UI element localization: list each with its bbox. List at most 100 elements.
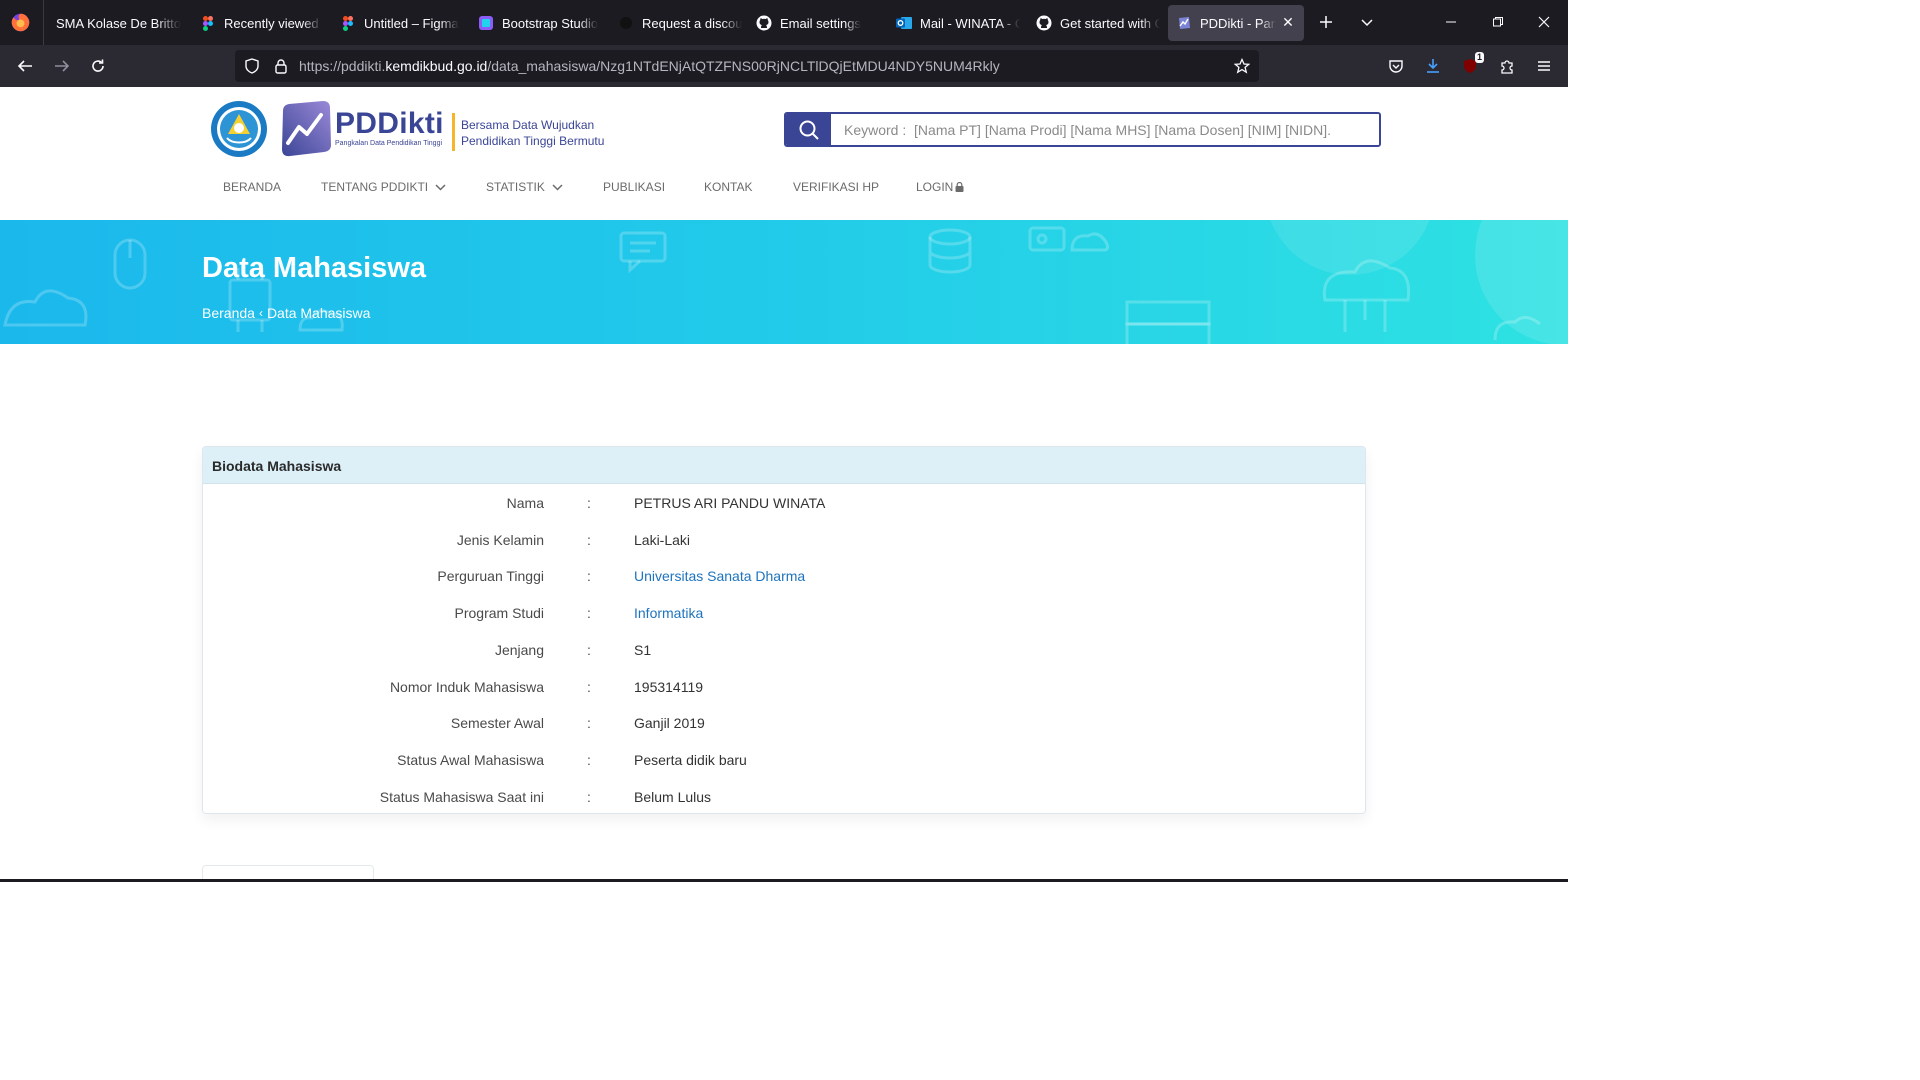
- biodata-card: Biodata Mahasiswa Nama : PETRUS ARI PAND…: [202, 446, 1366, 814]
- bookmark-star-icon[interactable]: [1234, 58, 1250, 74]
- app-menu-button[interactable]: [1529, 51, 1559, 81]
- breadcrumb-home-link[interactable]: Beranda: [202, 305, 255, 321]
- lock-icon[interactable]: [273, 58, 289, 74]
- brand-divider: [452, 113, 455, 151]
- field-label: Nomor Induk Mahasiswa: [389, 679, 544, 695]
- field-colon: :: [587, 642, 591, 658]
- biodata-row-jenis-kelamin: Jenis Kelamin : Laki-Laki: [203, 532, 1365, 554]
- tab-label: Untitled – Figma: [364, 15, 459, 31]
- field-value: Ganjil 2019: [634, 715, 705, 731]
- menu-publikasi[interactable]: PUBLIKASI: [603, 180, 665, 194]
- field-value: PETRUS ARI PANDU WINATA: [634, 495, 826, 511]
- url-prefix: https://pddikti.: [299, 58, 386, 74]
- url-host: kemdikbud.go.id: [385, 58, 488, 74]
- breadcrumb-separator: ‹: [258, 306, 263, 320]
- biodata-card-title: Biodata Mahasiswa: [212, 458, 342, 474]
- tab-get-started[interactable]: Get started with G: [1028, 5, 1160, 41]
- menu-verifikasi-hp[interactable]: VERIFIKASI HP: [793, 180, 879, 194]
- tab-label: Email settings: [780, 15, 861, 31]
- field-value: 195314119: [634, 679, 704, 695]
- university-link[interactable]: Universitas Sanata Dharma: [634, 568, 805, 584]
- menu-label: VERIFIKASI HP: [793, 180, 880, 194]
- bootstrap-studio-icon: [478, 15, 494, 31]
- biodata-row-jenjang: Jenjang : S1: [203, 642, 1365, 664]
- brand-name: PDDikti: [335, 107, 444, 140]
- field-value: Laki-Laki: [634, 532, 691, 548]
- url-bar[interactable]: https://pddikti.kemdikbud.go.id/data_mah…: [235, 50, 1259, 82]
- search-button[interactable]: [786, 114, 831, 145]
- minimize-window-button[interactable]: [1437, 8, 1465, 36]
- forward-button[interactable]: [47, 51, 77, 81]
- ublock-extension-button[interactable]: 1: [1455, 51, 1485, 81]
- extensions-button[interactable]: [1492, 51, 1522, 81]
- brand-subtitle: Pangkalan Data Pendidikan Tinggi: [335, 140, 443, 147]
- field-colon: :: [587, 752, 591, 768]
- tab-request-discount[interactable]: Request a discoun: [610, 5, 742, 41]
- field-label: Perguruan Tinggi: [437, 568, 544, 584]
- tagline-line-2: Pendidikan Tinggi Bermutu: [461, 134, 605, 148]
- tagline: Bersama Data Wujudkan Pendidikan Tinggi …: [461, 117, 604, 149]
- tab-bootstrap-studio[interactable]: Bootstrap Studio: [470, 5, 602, 41]
- tab-separator: [43, 0, 44, 45]
- pddikti-logo-mark[interactable]: [277, 101, 331, 157]
- shield-icon[interactable]: [244, 58, 260, 74]
- biodata-row-semester-awal: Semester Awal : Ganjil 2019: [203, 715, 1365, 737]
- dark-circle-icon: [618, 15, 634, 31]
- tab-sma-kolase[interactable]: SMA Kolase De Britto: [48, 5, 188, 41]
- pocket-button[interactable]: [1381, 51, 1411, 81]
- github-icon: [756, 15, 772, 31]
- search-icon: [799, 120, 819, 140]
- downloads-button[interactable]: [1418, 51, 1448, 81]
- restore-window-button[interactable]: [1484, 8, 1512, 36]
- menu-login[interactable]: LOGIN: [916, 180, 964, 194]
- web-page: PDDikti Pangkalan Data Pendidikan Tinggi…: [0, 87, 1568, 882]
- close-tab-icon[interactable]: ✕: [1280, 14, 1296, 30]
- tab-mail-winata[interactable]: Mail - WINATA - C: [888, 5, 1020, 41]
- close-window-button[interactable]: [1530, 8, 1558, 36]
- tagline-line-1: Bersama Data Wujudkan: [461, 118, 595, 132]
- firefox-icon[interactable]: [10, 12, 31, 33]
- menu-kontak[interactable]: KONTAK: [704, 180, 752, 194]
- tab-email-settings[interactable]: Email settings: [748, 5, 888, 41]
- github-icon: [1036, 15, 1052, 31]
- field-value: Peserta didik baru: [634, 752, 747, 768]
- menu-beranda[interactable]: BERANDA: [223, 180, 281, 194]
- tab-untitled-figma[interactable]: Untitled – Figma: [332, 5, 464, 41]
- tab-recently-viewed[interactable]: Recently viewed –: [192, 5, 322, 41]
- biodata-row-perguruan-tinggi: Perguruan Tinggi : Universitas Sanata Dh…: [203, 568, 1365, 590]
- field-colon: :: [587, 789, 591, 805]
- browser-navigation-bar: https://pddikti.kemdikbud.go.id/data_mah…: [0, 45, 1568, 87]
- field-colon: :: [587, 568, 591, 584]
- menu-label: KONTAK: [704, 180, 753, 194]
- field-label: Nama: [506, 495, 544, 511]
- tab-label: SMA Kolase De Britto: [56, 15, 181, 31]
- tab-label: Bootstrap Studio: [502, 15, 599, 31]
- biodata-card-header: Biodata Mahasiswa: [203, 447, 1365, 484]
- chevron-down-icon: [552, 183, 563, 191]
- field-value: S1: [634, 642, 652, 658]
- field-colon: :: [587, 715, 591, 731]
- tab-pddikti[interactable]: PDDikti - Pangk ✕: [1168, 5, 1304, 41]
- menu-statistik[interactable]: STATISTIK: [486, 180, 563, 194]
- tut-wuri-handayani-logo[interactable]: [210, 100, 268, 158]
- page-title: Data Mahasiswa: [202, 252, 427, 284]
- new-tab-button[interactable]: [1312, 8, 1340, 36]
- tab-label: Request a discoun: [642, 15, 742, 31]
- reload-button[interactable]: [83, 51, 113, 81]
- url-text[interactable]: https://pddikti.kemdikbud.go.id/data_mah…: [299, 58, 1000, 74]
- study-program-link[interactable]: Informatika: [634, 605, 703, 621]
- biodata-row-nim: Nomor Induk Mahasiswa : 195314119: [203, 679, 1365, 701]
- field-value: Belum Lulus: [634, 789, 712, 805]
- figma-icon: [340, 15, 356, 31]
- field-colon: :: [587, 679, 591, 695]
- menu-tentang-pddikti[interactable]: TENTANG PDDIKTI: [321, 180, 446, 194]
- back-button[interactable]: [10, 51, 40, 81]
- field-label: Program Studi: [454, 605, 544, 621]
- field-colon: :: [587, 495, 591, 511]
- list-all-tabs-button[interactable]: [1353, 8, 1381, 36]
- site-search: [784, 112, 1381, 147]
- main-menu: BERANDA TENTANG PDDIKTI STATISTIK PUBLIK…: [0, 180, 1568, 196]
- breadcrumb: Beranda ‹ Data Mahasiswa: [202, 305, 370, 321]
- search-input[interactable]: [831, 114, 1379, 145]
- field-label: Jenjang: [494, 642, 544, 658]
